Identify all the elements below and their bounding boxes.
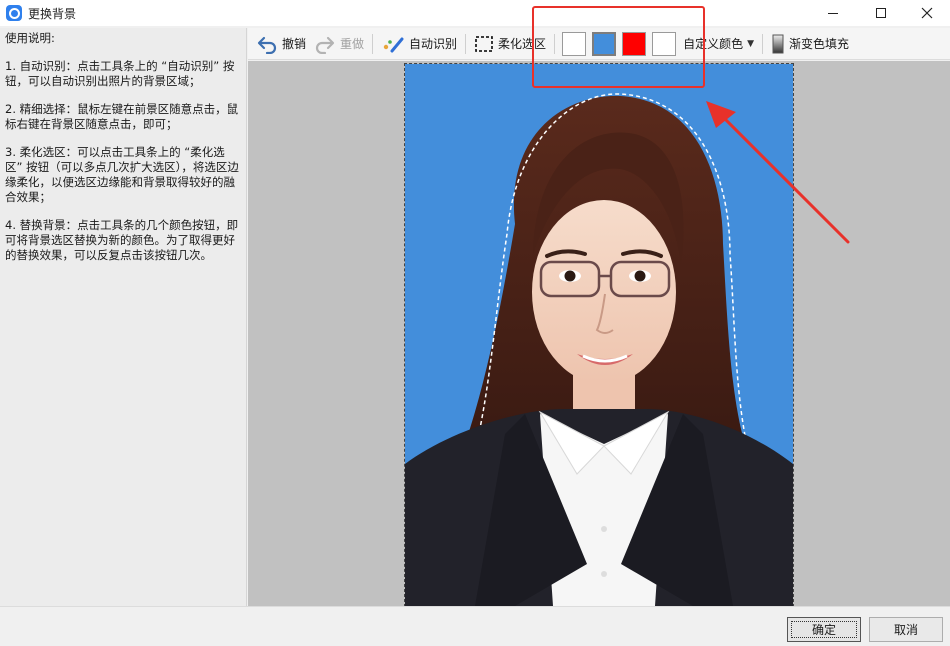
window-title: 更换背景 [28,6,77,21]
undo-label: 撤销 [282,37,307,51]
auto-detect-button[interactable]: 自动识别 [377,30,461,58]
maximize-icon [876,8,886,18]
ok-button[interactable]: 确定 [787,617,861,642]
instruction-step: 3. 柔化选区：可以点击工具条上的 “柔化选区” 按钮（可以多点几次扩大选区），… [5,145,239,204]
undo-button[interactable]: 撤销 [252,30,310,58]
undo-icon [257,36,277,54]
annotation-highlight-box [532,6,705,88]
toolbar-divider [465,33,467,54]
redo-label: 重做 [340,37,365,51]
portrait-image [405,93,793,606]
minimize-icon [828,12,838,14]
chevron-down-icon: ▼ [747,38,754,49]
toolbar-divider [762,33,763,54]
selection-marquee-icon [475,35,493,52]
redo-icon [315,36,335,54]
close-button[interactable] [904,0,950,26]
portrait-photo[interactable] [404,63,794,607]
instruction-step: 2. 精细选择：鼠标左键在前景区随意点击，鼠标右键在背景区随意点击，即可； [5,102,239,131]
redo-button[interactable]: 重做 [310,30,368,58]
app-icon [6,5,22,21]
dialog-footer: 确定 取消 [0,606,950,646]
magic-wand-icon [383,37,404,52]
cancel-button[interactable]: 取消 [869,617,943,642]
instruction-step: 1. 自动识别：点击工具条上的 “自动识别” 按钮，可以自动识别出照片的背景区域… [5,59,235,88]
gradient-fill-button[interactable]: 渐变色填充 [767,30,853,58]
gradient-icon [772,34,784,53]
instructions-heading: 使用说明: [5,31,55,45]
minimize-button[interactable] [810,0,856,26]
maximize-button[interactable] [858,0,904,26]
instruction-step: 4. 替换背景：点击工具条的几个颜色按钮，即可将背景选区替换为新的颜色。为了取得… [5,218,239,262]
instructions-panel: 使用说明: 1. 自动识别：点击工具条上的 “自动识别” 按钮，可以自动识别出照… [0,28,247,606]
auto-detect-label: 自动识别 [409,37,458,51]
title-bar: 更换背景 [0,0,950,26]
image-canvas[interactable] [248,61,950,607]
close-icon [921,7,933,19]
gradient-fill-label: 渐变色填充 [789,37,850,51]
toolbar-divider [372,33,374,54]
